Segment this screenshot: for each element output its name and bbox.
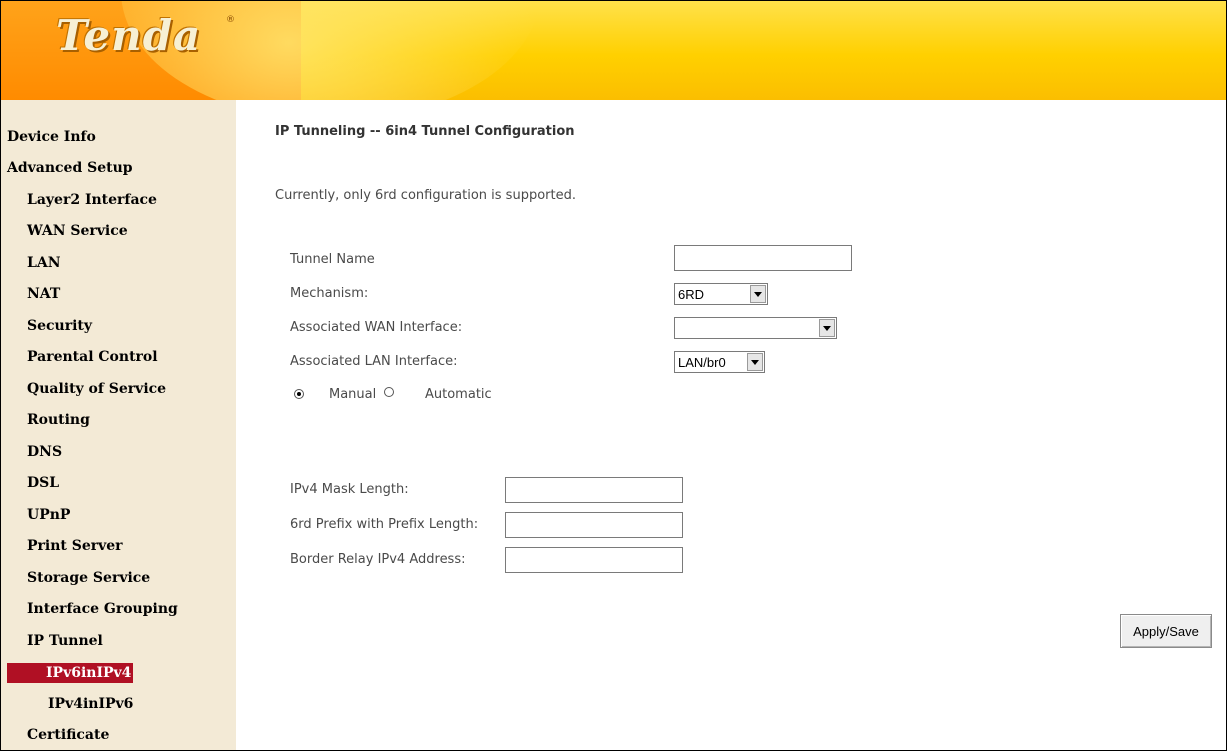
tenda-logo: Tenda — [56, 11, 202, 60]
manual-label: Manual — [329, 387, 377, 402]
router-admin-page: Tenda ® Device Info Advanced Setup Layer… — [0, 0, 1227, 751]
tunnel-name-label: Tunnel Name — [290, 252, 375, 267]
tunnel-name-input[interactable] — [674, 245, 852, 271]
wan-interface-label: Associated WAN Interface: — [290, 320, 463, 335]
chevron-down-icon[interactable] — [819, 319, 835, 337]
header-banner: Tenda ® — [1, 1, 1226, 100]
sidebar-item-advanced-setup[interactable]: Advanced Setup — [7, 160, 133, 176]
prefix-6rd-input[interactable] — [505, 512, 683, 538]
sidebar-item-security[interactable]: Security — [27, 318, 92, 334]
wan-interface-select[interactable] — [674, 317, 837, 339]
sidebar-item-device-info[interactable]: Device Info — [7, 129, 96, 145]
sidebar-item-wan-service[interactable]: WAN Service — [27, 223, 128, 239]
sidebar-item-parental-control[interactable]: Parental Control — [27, 349, 158, 365]
ipv4-mask-length-input[interactable] — [505, 477, 683, 503]
main-content: IP Tunneling -- 6in4 Tunnel Configuratio… — [236, 100, 1226, 750]
support-note: Currently, only 6rd configuration is sup… — [275, 188, 576, 203]
sidebar-item-ip-tunnel[interactable]: IP Tunnel — [27, 633, 103, 649]
sidebar-item-print-server[interactable]: Print Server — [27, 538, 123, 554]
mechanism-value: 6RD — [678, 287, 705, 302]
sidebar-item-interface-grouping[interactable]: Interface Grouping — [27, 601, 178, 617]
manual-radio[interactable] — [294, 389, 304, 399]
sidebar-item-upnp[interactable]: UPnP — [27, 507, 70, 523]
lan-interface-select[interactable]: LAN/br0 — [674, 351, 765, 373]
chevron-down-icon[interactable] — [747, 353, 763, 371]
lan-interface-label: Associated LAN Interface: — [290, 354, 458, 369]
sidebar-item-routing[interactable]: Routing — [27, 412, 90, 428]
sidebar-nav: Device Info Advanced Setup Layer2 Interf… — [1, 100, 236, 750]
sidebar-item-quality-of-service[interactable]: Quality of Service — [27, 381, 166, 397]
ipv4-mask-length-label: IPv4 Mask Length: — [290, 482, 409, 497]
prefix-6rd-label: 6rd Prefix with Prefix Length: — [290, 517, 479, 532]
logo-registered-mark: ® — [226, 15, 235, 25]
sidebar-item-dsl[interactable]: DSL — [27, 475, 59, 491]
mechanism-select[interactable]: 6RD — [674, 283, 768, 305]
page-title: IP Tunneling -- 6in4 Tunnel Configuratio… — [275, 124, 575, 139]
chevron-down-icon[interactable] — [750, 285, 766, 303]
sidebar-item-lan[interactable]: LAN — [27, 255, 61, 271]
lan-interface-value: LAN/br0 — [678, 355, 726, 370]
sidebar-item-dns[interactable]: DNS — [27, 444, 62, 460]
sidebar-item-layer2-interface[interactable]: Layer2 Interface — [27, 192, 157, 208]
border-relay-label: Border Relay IPv4 Address: — [290, 552, 466, 567]
automatic-label: Automatic — [425, 387, 492, 402]
sidebar-item-ipv6inipv4[interactable]: IPv6inIPv4 — [7, 663, 133, 683]
border-relay-input[interactable] — [505, 547, 683, 573]
sidebar-item-nat[interactable]: NAT — [27, 286, 60, 302]
apply-save-button[interactable]: Apply/Save — [1120, 614, 1212, 648]
automatic-radio[interactable] — [384, 387, 394, 397]
sidebar-item-storage-service[interactable]: Storage Service — [27, 570, 150, 586]
sidebar-item-ipv4inipv6[interactable]: IPv4inIPv6 — [48, 696, 133, 712]
sidebar-item-certificate[interactable]: Certificate — [27, 727, 109, 743]
mechanism-label: Mechanism: — [290, 286, 369, 301]
